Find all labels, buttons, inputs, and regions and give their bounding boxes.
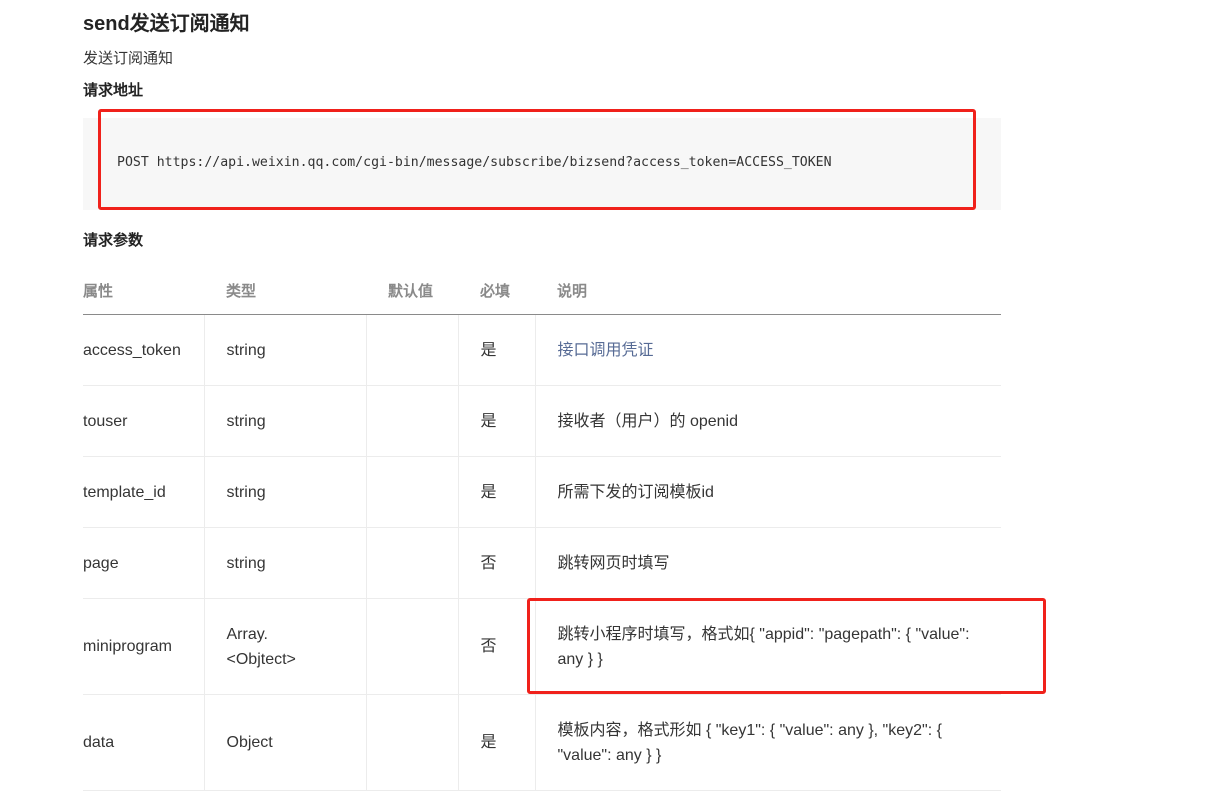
cell-note: 模板内容，格式形如 { "key1": { "value": any }, "k… [534,694,1001,791]
table-row: access_token string 是 接口调用凭证 [83,314,1001,386]
cell-default [365,527,458,599]
cell-required: 否 [457,527,535,599]
cell-default [365,456,458,528]
cell-type: string [203,456,366,528]
cell-required: 是 [457,456,535,528]
cell-required: 是 [457,694,535,791]
table-row: miniprogram Array.<Objtect> 否 跳转小程序时填写，格… [83,598,1001,695]
table-header-row: 属性 类型 默认值 必填 说明 [83,266,1001,315]
cell-type: Object [203,694,366,791]
request-params-heading: 请求参数 [83,232,144,249]
col-header-required: 必填 [458,266,535,315]
cell-attr: data [83,694,204,791]
params-table: 属性 类型 默认值 必填 说明 access_token string 是 接口… [83,266,1001,791]
access-token-link[interactable]: 接口调用凭证 [558,342,654,359]
col-header-default: 默认值 [366,266,458,315]
cell-attr: template_id [83,456,204,528]
table-row: page string 否 跳转网页时填写 [83,527,1001,599]
cell-default [365,598,458,695]
cell-required: 否 [457,598,535,695]
cell-default [365,694,458,791]
table-row: template_id string 是 所需下发的订阅模板id [83,456,1001,528]
page-description: 发送订阅通知 [83,50,174,67]
page-title: send发送订阅通知 [83,13,250,35]
cell-required: 是 [457,385,535,457]
request-url-code: POST https://api.weixin.qq.com/cgi-bin/m… [117,155,832,170]
cell-attr: access_token [83,314,204,386]
cell-type: Array.<Objtect> [203,598,366,695]
cell-default [365,314,458,386]
table-row: touser string 是 接收者（用户）的 openid [83,385,1001,457]
cell-note: 跳转网页时填写 [534,527,1001,599]
cell-default [365,385,458,457]
cell-type: string [203,527,366,599]
cell-type: string [203,385,366,457]
cell-note: 所需下发的订阅模板id [534,456,1001,528]
request-url-heading: 请求地址 [83,82,144,99]
request-url-code-block: POST https://api.weixin.qq.com/cgi-bin/m… [83,118,1001,210]
cell-note: 跳转小程序时填写，格式如{ "appid": "pagepath": { "va… [534,598,1001,695]
cell-note: 接收者（用户）的 openid [534,385,1001,457]
cell-attr: miniprogram [83,598,204,695]
cell-type: string [203,314,366,386]
cell-required: 是 [457,314,535,386]
col-header-attr: 属性 [83,266,204,315]
cell-attr: touser [83,385,204,457]
cell-note-link[interactable]: 接口调用凭证 [534,314,1001,386]
col-header-type: 类型 [204,266,366,315]
col-header-note: 说明 [535,266,1001,315]
table-row: data Object 是 模板内容，格式形如 { "key1": { "val… [83,694,1001,791]
cell-attr: page [83,527,204,599]
